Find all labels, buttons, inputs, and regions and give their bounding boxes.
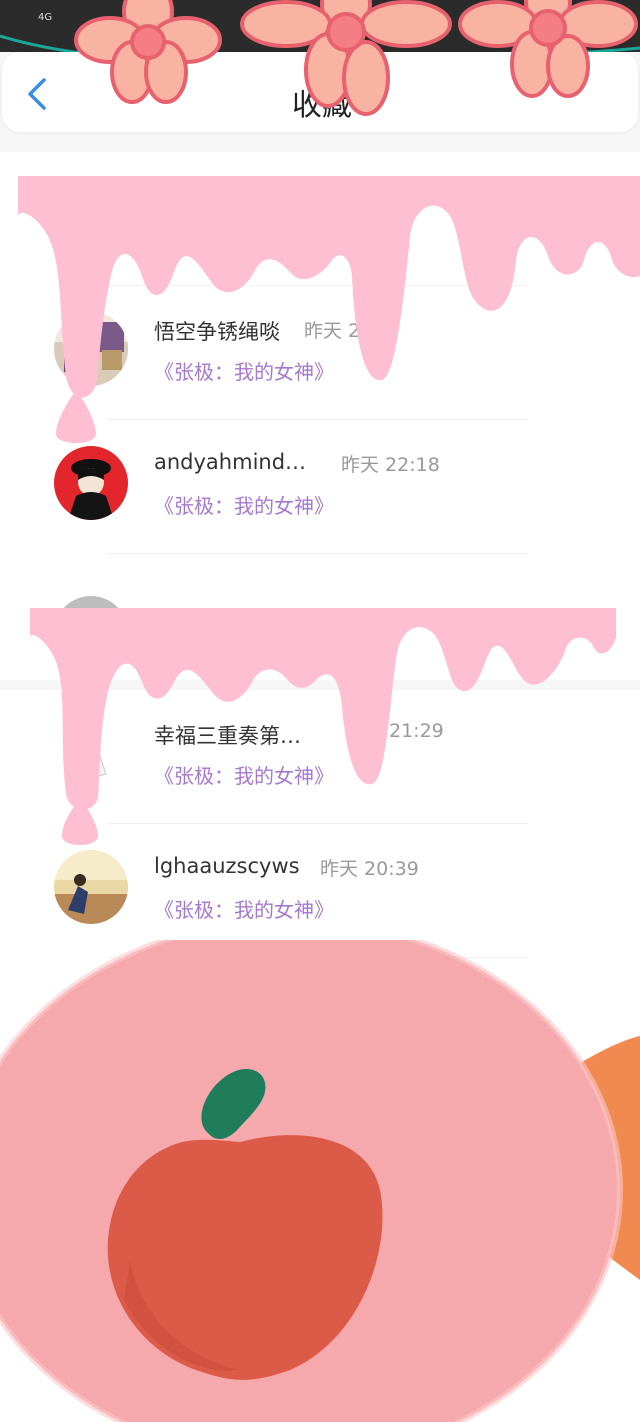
list-item[interactable]: lghaauzscyws 昨天 20:39 《张极：我的女神》 bbox=[0, 824, 640, 958]
list-item[interactable]: 悟空争锈绳啖 昨天 2 《张极：我的女神》 bbox=[0, 286, 640, 420]
item-work-title[interactable]: 《张极：我的女神》 bbox=[154, 760, 334, 789]
avatar[interactable] bbox=[54, 716, 128, 790]
avatar[interactable] bbox=[54, 446, 128, 520]
avatar[interactable] bbox=[54, 312, 128, 386]
status-bar: 4G bbox=[0, 0, 640, 52]
list-item[interactable]: 幸福三重奏第… 21:29 《张极：我的女神》 bbox=[0, 690, 640, 824]
page-title: 收藏 bbox=[292, 88, 352, 123]
header: 收藏 bbox=[0, 52, 640, 148]
item-time: 昨天 20:39 bbox=[320, 858, 419, 880]
item-time: 昨天 2 bbox=[304, 320, 361, 342]
item-work-title[interactable]: 《张极：我的女神》 bbox=[154, 356, 334, 385]
item-name: lghaauzscyws bbox=[154, 854, 300, 878]
item-name: andyahmind… bbox=[154, 450, 307, 474]
avatar[interactable] bbox=[54, 850, 128, 924]
item-time: 昨天 22:18 bbox=[341, 454, 440, 476]
item-work-title[interactable]: 《张极：我的女神》 bbox=[154, 490, 334, 519]
list-item[interactable] bbox=[0, 554, 640, 688]
teal-wire-decoration bbox=[0, 34, 640, 52]
item-work-title[interactable]: 《张极：我的女神》 bbox=[154, 894, 334, 923]
item-name: 悟空争锈绳啖 bbox=[154, 320, 280, 344]
favorites-list: 悟空争锈绳啖 昨天 2 《张极：我的女神》 andyahmind… 昨天 22:… bbox=[0, 152, 640, 1422]
header-bar: 收藏 bbox=[2, 52, 638, 132]
status-network: 4G bbox=[38, 12, 53, 23]
avatar[interactable] bbox=[54, 596, 128, 670]
list-item[interactable]: andyahmind… 昨天 22:18 《张极：我的女神》 bbox=[0, 420, 640, 554]
divider bbox=[108, 957, 528, 958]
section-gap bbox=[0, 680, 640, 690]
item-name: 幸福三重奏第… bbox=[154, 724, 301, 748]
item-time: 21:29 bbox=[389, 720, 444, 742]
list-item[interactable] bbox=[0, 152, 640, 286]
